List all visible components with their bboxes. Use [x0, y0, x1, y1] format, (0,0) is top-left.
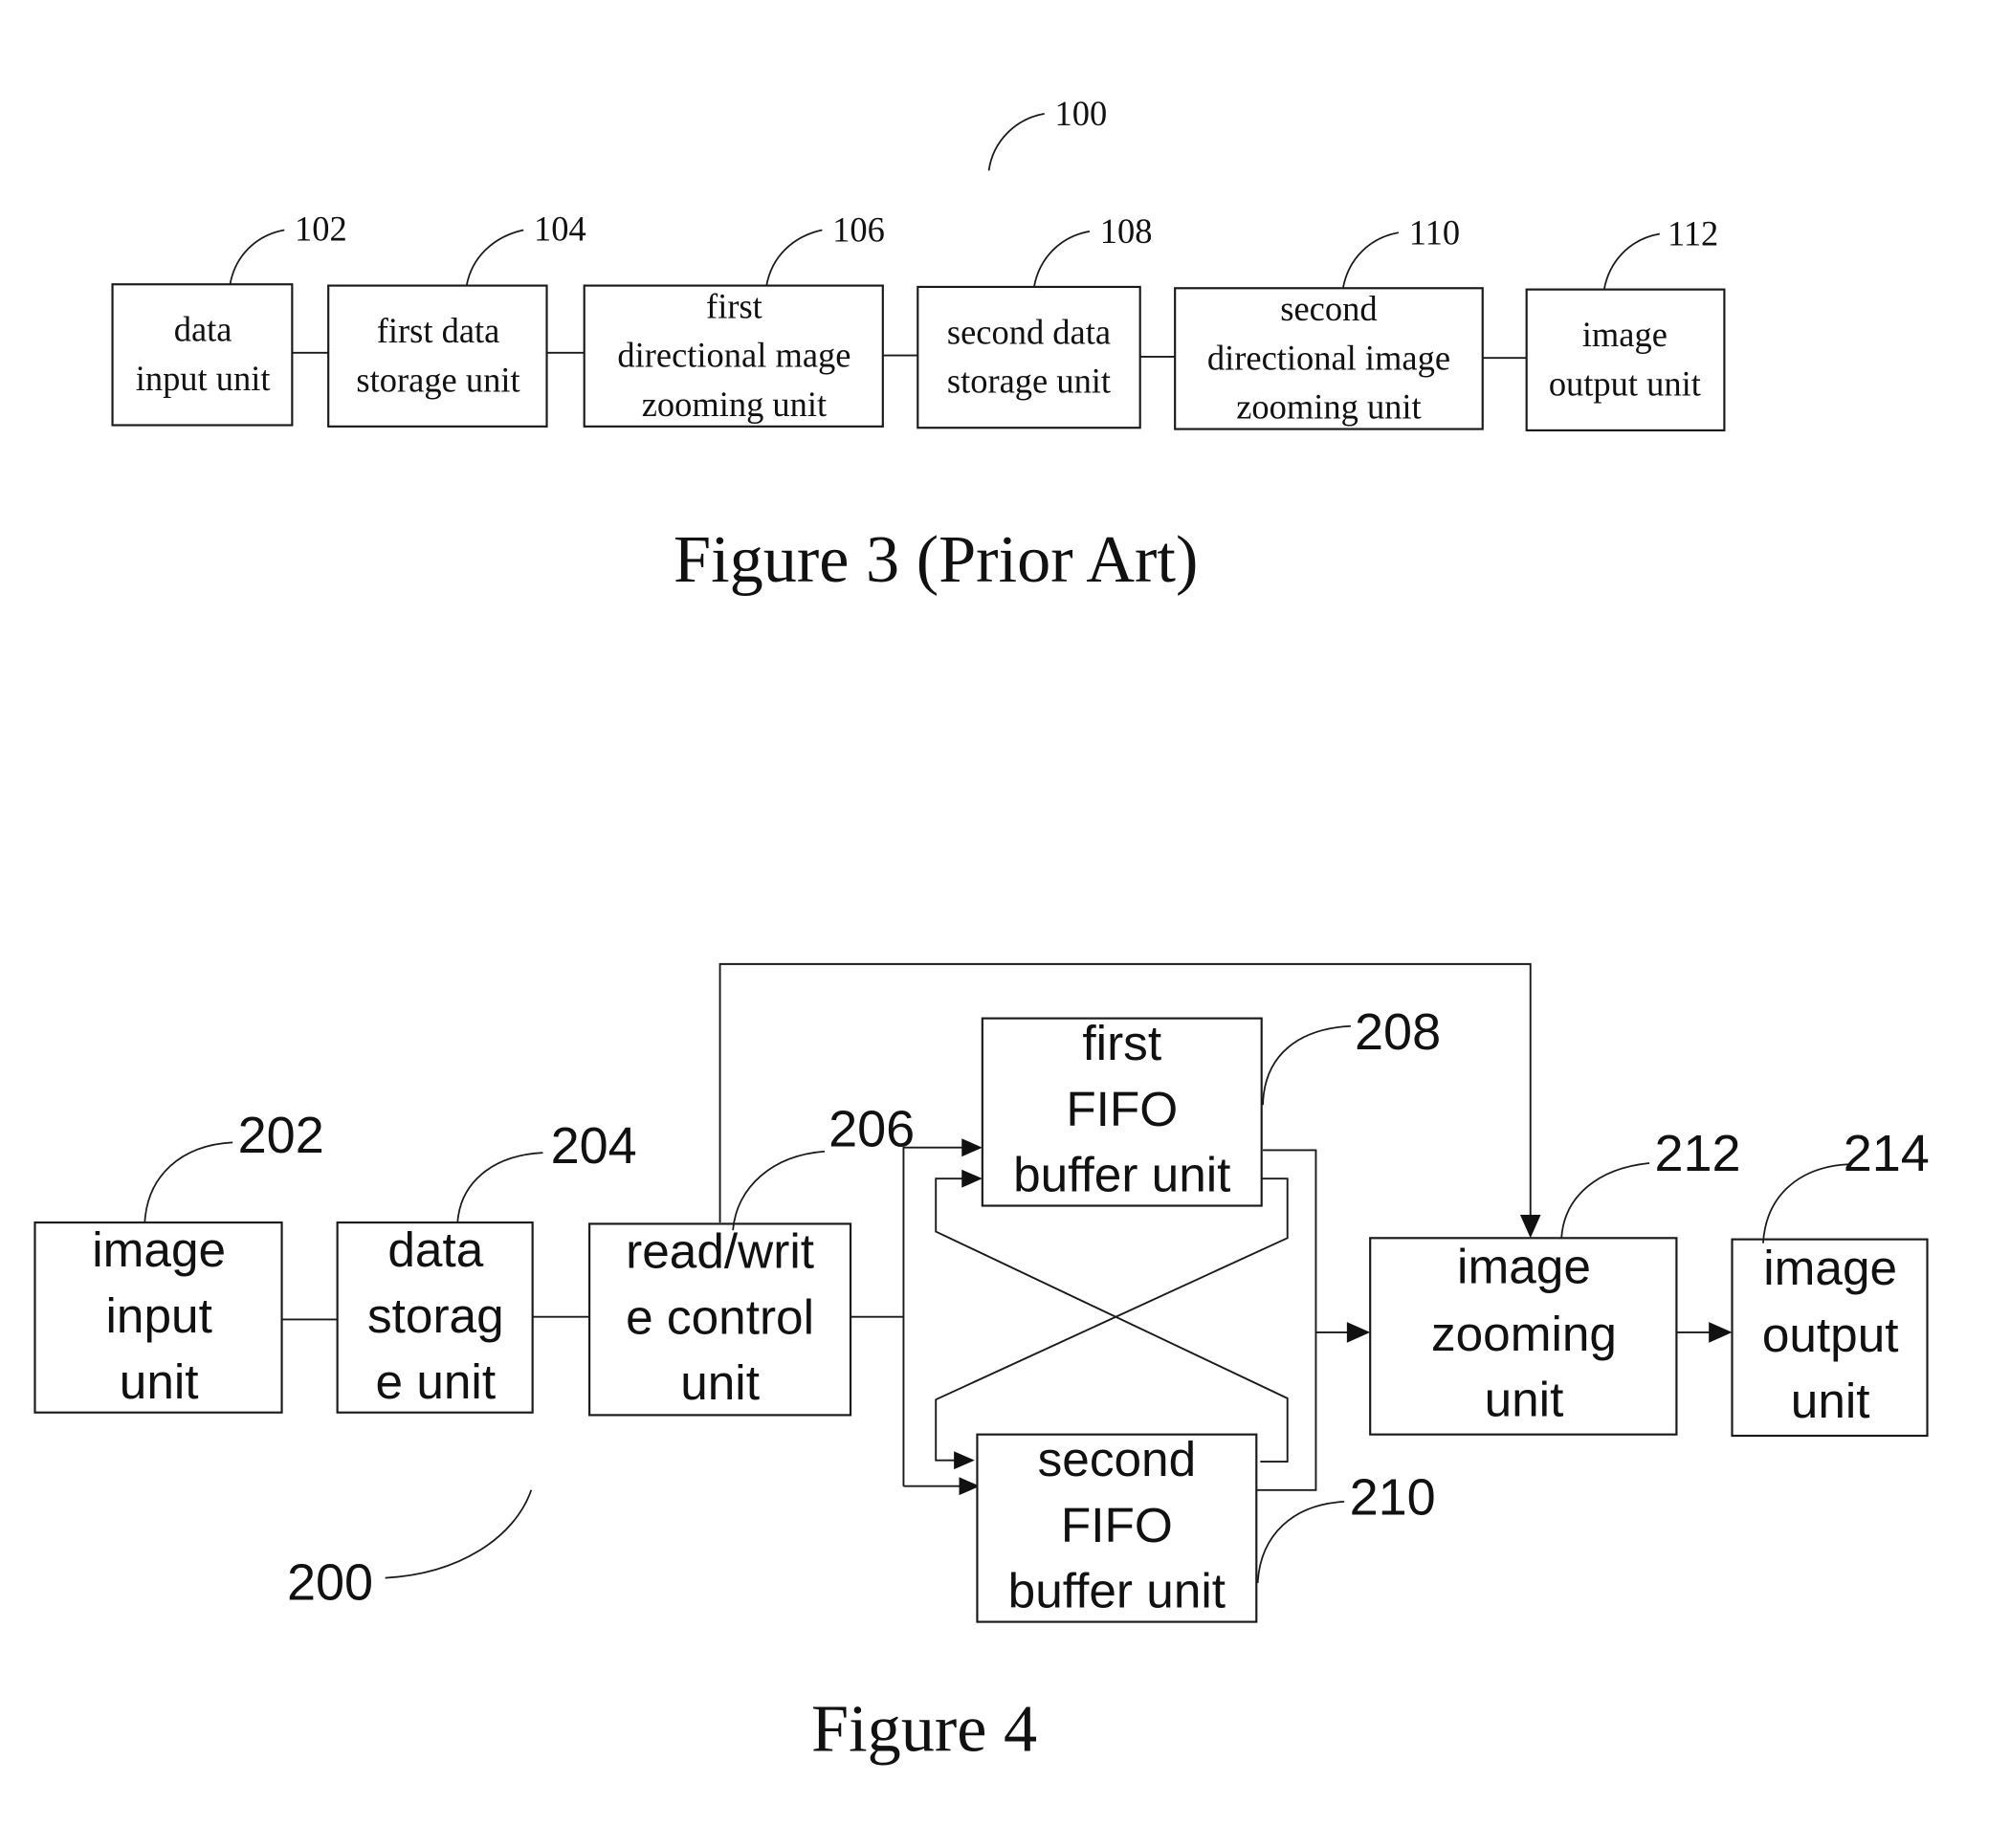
- figure-3-caption: Figure 3 (Prior Art): [674, 522, 1198, 597]
- block-label-line: zooming unit: [642, 385, 827, 424]
- leader-204: [456, 1152, 543, 1223]
- ref-108: 108: [1100, 212, 1153, 251]
- leader-212: [1560, 1162, 1650, 1239]
- leader-110: [1341, 231, 1400, 289]
- block-label-line: zooming unit: [1236, 388, 1421, 427]
- leader-112: [1602, 232, 1660, 290]
- block-label-line: read/writ: [626, 1223, 814, 1278]
- block-image-output-unit: image output unit 112: [1525, 215, 1726, 431]
- block-second-fifo-buffer-unit: second FIFO buffer unit 210: [976, 1432, 1436, 1623]
- ref-106: 106: [832, 211, 885, 250]
- block-second-directional-image-zooming-unit: second directional image zooming unit 11…: [1174, 213, 1484, 430]
- block-second-data-storage-unit: second data storage unit 108: [917, 212, 1153, 429]
- leader-108: [1033, 230, 1091, 288]
- ref-206: 206: [828, 1100, 915, 1157]
- block-data-input-unit: data input unit 102: [111, 209, 347, 427]
- fifo-output-bus: [1256, 1149, 1317, 1491]
- ref-110: 110: [1409, 213, 1460, 252]
- block-first-fifo-buffer-unit: first FIFO buffer unit 208: [981, 1003, 1441, 1207]
- block-label-line: second: [1280, 290, 1377, 328]
- cross-wire-208-to-210: [935, 1177, 1289, 1462]
- block-label-line: image: [1582, 316, 1668, 354]
- figure-4: image input unit 202 data storag e unit …: [33, 962, 1930, 1767]
- block-label-line: data: [174, 311, 232, 349]
- leader-210: [1256, 1501, 1345, 1584]
- block-label-line: storage unit: [947, 363, 1111, 401]
- figure-3: 100 data input unit 102 first data stora…: [111, 95, 1726, 597]
- block-label-line: unit: [120, 1354, 199, 1409]
- block-label-line: data: [387, 1222, 483, 1277]
- leader-100: [987, 113, 1045, 171]
- leader-102: [229, 229, 285, 285]
- cross-wire-210-to-208: [935, 1177, 1289, 1463]
- ref-208: 208: [1355, 1003, 1441, 1061]
- block-label-line: buffer unit: [1008, 1564, 1226, 1618]
- block-label-line: zooming: [1431, 1307, 1617, 1361]
- block-label-line: image: [1457, 1240, 1591, 1294]
- block-label-line: e unit: [376, 1354, 497, 1409]
- block-label-line: input: [106, 1288, 212, 1343]
- ref-200: 200: [287, 1554, 373, 1612]
- block-label-line: second: [1038, 1432, 1197, 1486]
- block-image-zooming-unit: image zooming unit 212: [1369, 1125, 1741, 1436]
- leader-214: [1762, 1163, 1849, 1243]
- block-label-line: input unit: [136, 360, 271, 398]
- block-first-data-storage-unit: first data storage unit 104: [327, 209, 586, 428]
- block-label-line: first: [1082, 1016, 1161, 1070]
- ref-102: 102: [295, 209, 347, 248]
- block-label-line: directional image: [1207, 339, 1450, 377]
- ref-100: 100: [1055, 95, 1108, 133]
- leader-200: [385, 1489, 533, 1579]
- block-image-input-unit: image input unit 202: [33, 1107, 324, 1414]
- block-label-line: FIFO: [1066, 1082, 1178, 1136]
- block-label-line: first data: [377, 312, 500, 350]
- arrow-into-208-b: [961, 1169, 983, 1188]
- block-label-line: output: [1762, 1308, 1899, 1362]
- block-label-line: storag: [367, 1288, 504, 1343]
- block-label-line: first: [706, 287, 762, 325]
- block-label-line: second data: [947, 313, 1111, 351]
- leader-208: [1262, 1024, 1351, 1106]
- block-image-output-unit-fig4: image output unit 214: [1731, 1125, 1930, 1438]
- ref-210: 210: [1350, 1468, 1436, 1526]
- arrow-into-214: [1709, 1322, 1733, 1343]
- block-label-line: FIFO: [1061, 1498, 1173, 1552]
- block-label-line: buffer unit: [1013, 1148, 1230, 1202]
- ref-112: 112: [1668, 215, 1718, 253]
- ref-212: 212: [1654, 1125, 1740, 1182]
- block-label-line: directional mage: [617, 337, 850, 375]
- block-label-line: output unit: [1549, 364, 1701, 403]
- patent-drawing-sheet: 100 data input unit 102 first data stora…: [33, 95, 1930, 1767]
- ref-202: 202: [238, 1107, 324, 1164]
- arrow-into-208-a: [961, 1138, 983, 1157]
- ref-204: 204: [551, 1117, 637, 1175]
- arrow-into-212: [1346, 1322, 1371, 1343]
- block-read-write-control-unit: read/writ e control unit 206: [588, 1100, 915, 1417]
- block-label-line: unit: [1485, 1373, 1564, 1427]
- block-first-directional-image-zooming-unit: first directional mage zooming unit 106: [583, 211, 885, 428]
- arrow-into-212-top: [1519, 1214, 1541, 1239]
- block-label-line: image: [1763, 1241, 1897, 1295]
- arrow-into-210-a: [954, 1451, 975, 1470]
- block-label-line: storage unit: [356, 361, 519, 399]
- ref-214: 214: [1844, 1125, 1930, 1182]
- block-label-line: unit: [680, 1355, 760, 1410]
- block-label-line: unit: [1791, 1374, 1870, 1428]
- leader-106: [765, 229, 823, 286]
- leader-206: [732, 1150, 826, 1231]
- block-label-line: e control: [626, 1289, 814, 1344]
- figure-4-caption: Figure 4: [811, 1692, 1037, 1767]
- leader-202: [144, 1141, 233, 1223]
- ref-104: 104: [534, 209, 586, 248]
- leader-104: [465, 229, 524, 286]
- block-label-line: image: [92, 1222, 226, 1277]
